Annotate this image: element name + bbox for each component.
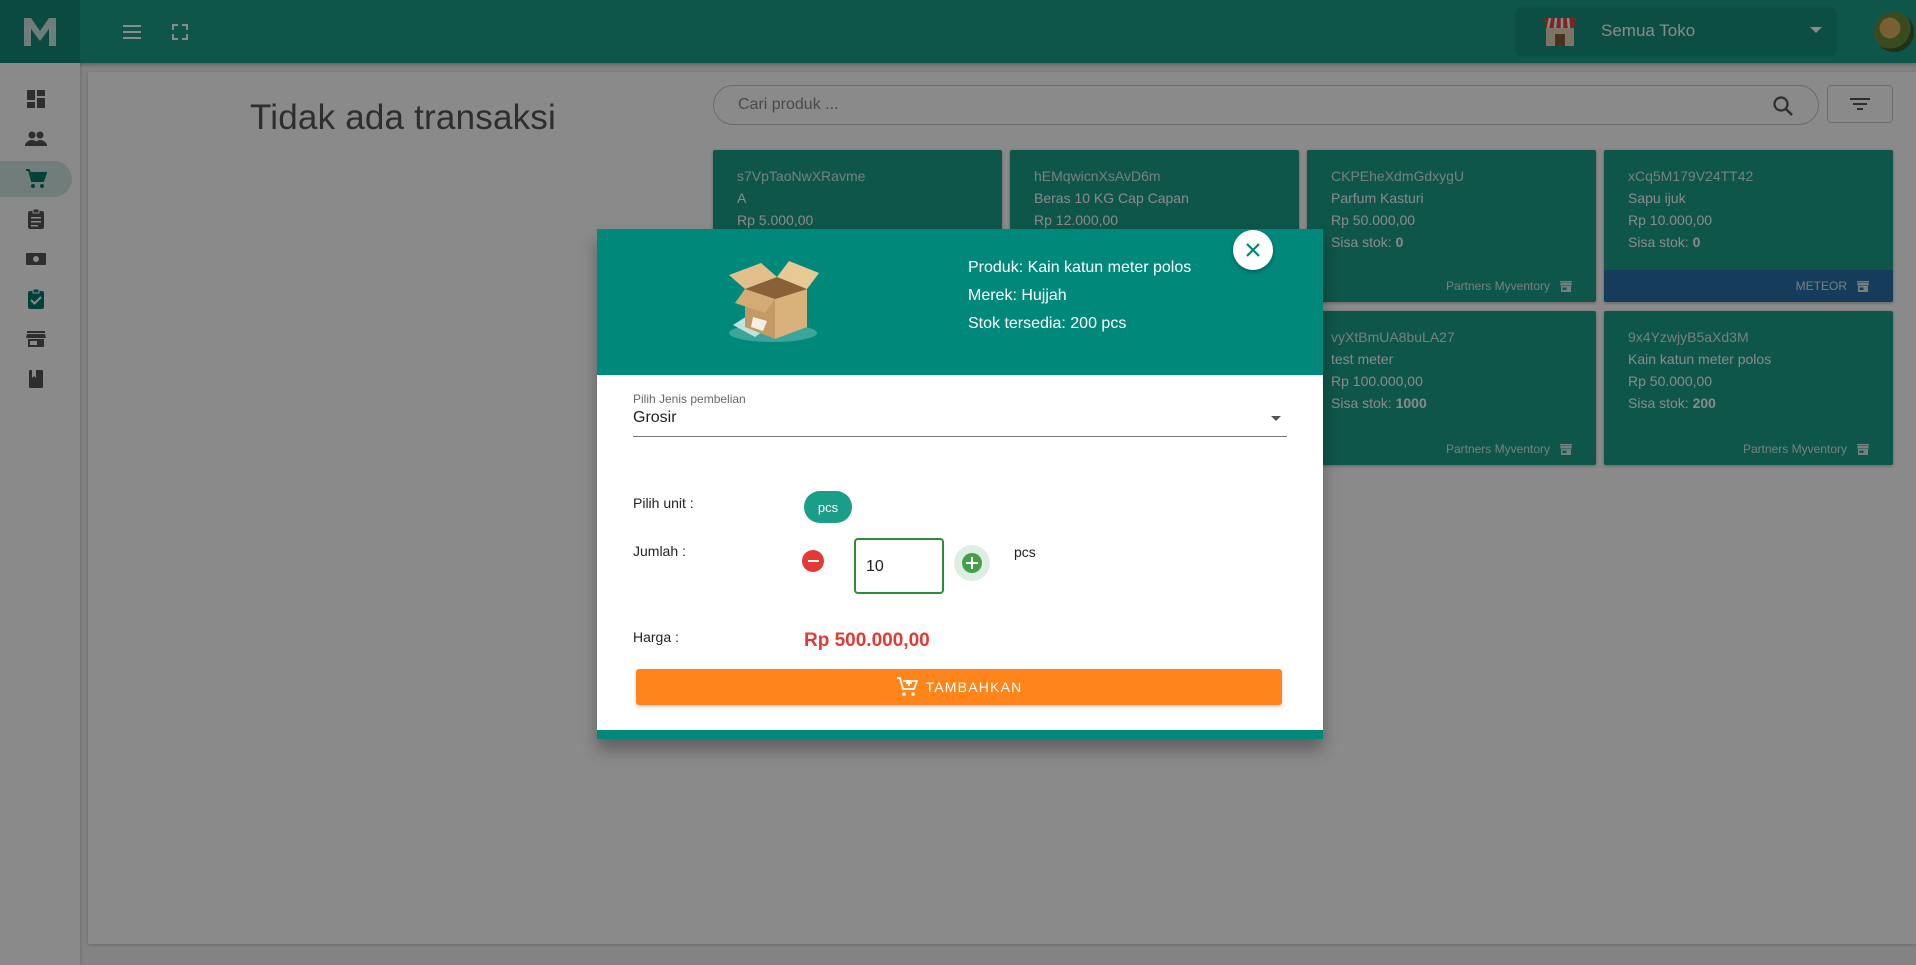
add-product-dialog: Produk: Kain katun meter polos Merek: Hu… <box>597 229 1323 739</box>
add-button-label: TAMBAHKAN <box>925 679 1023 695</box>
product-info: Produk: Kain katun meter polos Merek: Hu… <box>968 254 1191 338</box>
dialog-footer-bar <box>597 730 1323 739</box>
product-name-line: Produk: Kain katun meter polos <box>968 259 1192 276</box>
purchase-type-select[interactable]: Pilih Jenis pembelian Grosir <box>633 392 1287 437</box>
quantity-field[interactable] <box>854 538 944 594</box>
price-value: Rp 500.000,00 <box>804 630 930 651</box>
cart-plus-icon <box>896 677 918 696</box>
unit-label: Pilih unit : <box>633 495 694 511</box>
quantity-unit: pcs <box>1014 544 1036 560</box>
dialog-header: Produk: Kain katun meter polos Merek: Hu… <box>597 229 1323 375</box>
increase-quantity-button[interactable] <box>954 545 990 581</box>
unit-chip-pcs[interactable]: pcs <box>804 491 852 523</box>
purchase-type-label: Pilih Jenis pembelian <box>633 392 746 406</box>
decrease-quantity-button[interactable] <box>802 550 824 572</box>
stock-line: Stok tersedia: 200 pcs <box>968 315 1127 332</box>
price-label: Harga : <box>633 629 679 645</box>
close-icon <box>1246 243 1260 257</box>
plus-icon <box>962 553 982 573</box>
quantity-label: Jumlah : <box>633 543 686 559</box>
chevron-down-icon <box>1271 416 1281 421</box>
add-to-cart-button[interactable]: TAMBAHKAN <box>636 669 1282 705</box>
close-dialog-button[interactable] <box>1233 230 1273 270</box>
brand-line: Merek: Hujjah <box>968 287 1067 304</box>
quantity-input[interactable] <box>866 557 936 577</box>
open-box-icon <box>729 261 819 342</box>
purchase-type-value: Grosir <box>633 409 677 426</box>
